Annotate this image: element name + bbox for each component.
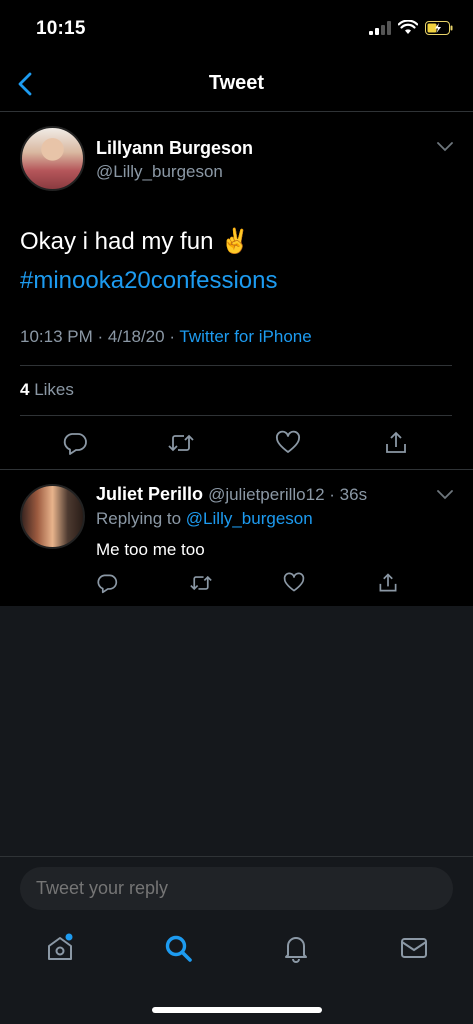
reply-author-meta: @julietperillo12 · 36s <box>208 485 368 504</box>
like-button[interactable] <box>275 430 301 456</box>
home-icon <box>48 933 73 960</box>
share-icon <box>386 431 406 453</box>
likes-number: 4 <box>20 380 30 399</box>
reply-icon <box>97 574 118 594</box>
hashtag-link[interactable]: #minooka20confessions <box>20 261 460 300</box>
signal-icon <box>369 20 391 35</box>
share-button[interactable] <box>383 430 409 456</box>
search-icon <box>165 935 192 962</box>
author-name[interactable]: Lillyann Burgeson <box>96 138 253 159</box>
retweet-icon <box>168 434 194 452</box>
wifi-icon <box>398 20 418 34</box>
tab-messages[interactable] <box>399 933 429 963</box>
chevron-down-icon[interactable] <box>437 490 453 500</box>
tab-home[interactable] <box>45 933 75 963</box>
nav-bar: Tweet <box>0 58 473 112</box>
heart-icon <box>283 572 305 592</box>
likes-label: Likes <box>34 380 74 399</box>
author-handle[interactable]: @Lilly_burgeson <box>96 162 223 182</box>
reply-input[interactable] <box>20 867 453 910</box>
empty-area <box>0 606 473 856</box>
reply-text: Me too me too <box>96 540 205 559</box>
replying-to: Replying to @Lilly_burgeson <box>96 509 313 529</box>
reply-reply-button[interactable] <box>96 572 118 594</box>
chevron-down-icon[interactable] <box>437 142 453 152</box>
bottom-bar <box>0 856 473 1024</box>
tab-notifications[interactable] <box>281 933 311 963</box>
share-icon <box>379 573 397 592</box>
tweet-text: Okay i had my fun ✌️ #minooka20confessio… <box>20 222 460 300</box>
status-icons <box>369 20 453 35</box>
reply-tweet[interactable]: Juliet Perillo @julietperillo12 · 36s Re… <box>0 470 473 606</box>
divider <box>20 365 452 366</box>
reply-like-button[interactable] <box>283 572 305 594</box>
tweet-timestamp: 10:13 PM · 4/18/20 · <box>20 327 175 346</box>
page-title: Tweet <box>208 72 265 94</box>
reply-retweet-button[interactable] <box>189 572 213 594</box>
battery-icon <box>425 20 453 35</box>
reply-author-avatar[interactable] <box>20 484 85 549</box>
status-time: 10:15 <box>36 18 86 39</box>
heart-icon <box>276 430 300 453</box>
retweet-icon <box>190 575 212 591</box>
likes-count[interactable]: 4 Likes <box>20 380 74 400</box>
replying-label: Replying to <box>96 509 182 528</box>
replying-to-link[interactable]: @Lilly_burgeson <box>186 509 313 528</box>
reply-button[interactable] <box>62 430 88 456</box>
status-bar: 10:15 <box>0 0 473 58</box>
tab-search[interactable] <box>163 933 193 963</box>
reply-author[interactable]: Juliet Perillo @julietperillo12 · 36s <box>96 484 367 505</box>
reply-share-button[interactable] <box>377 572 399 594</box>
author-avatar[interactable] <box>20 126 85 191</box>
tweet-source-link[interactable]: Twitter for iPhone <box>179 327 311 346</box>
bell-icon <box>285 937 307 963</box>
mail-icon <box>401 938 427 958</box>
tweet-body: Okay i had my fun ✌️ <box>20 228 250 255</box>
divider <box>20 415 452 416</box>
reply-icon <box>63 433 87 455</box>
home-indicator <box>152 1007 322 1013</box>
reply-author-name: Juliet Perillo <box>96 484 204 504</box>
tweet-meta: 10:13 PM · 4/18/20 · Twitter for iPhone <box>20 327 312 347</box>
retweet-button[interactable] <box>167 430 195 456</box>
